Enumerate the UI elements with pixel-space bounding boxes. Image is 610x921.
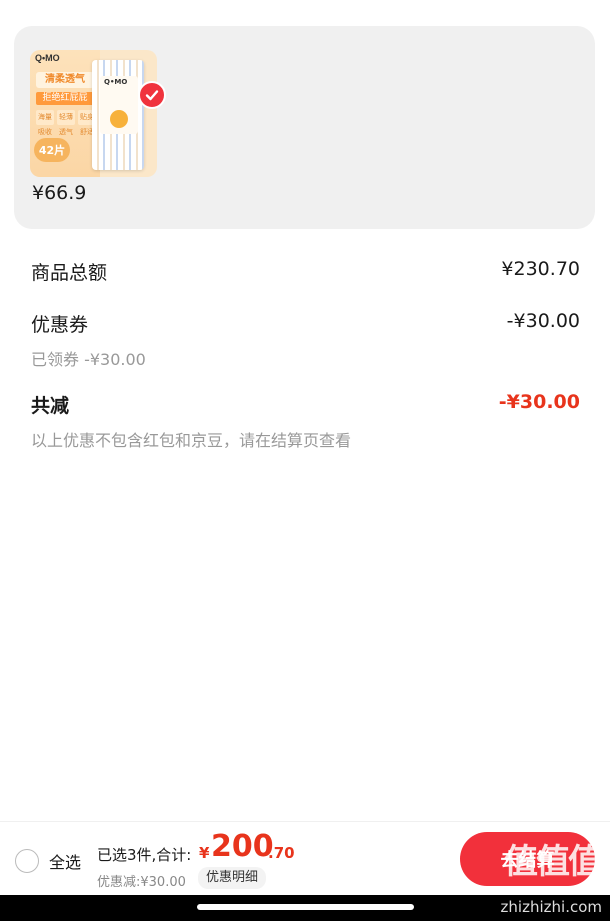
goods-total-value: ¥230.70 [501,258,580,280]
goods-total-label: 商品总额 [31,262,108,284]
product-image[interactable]: Q•MO 清柔透气 拒绝红屁屁 海量吸收 轻薄透气 贴身舒适 42片 Q•MO [30,50,157,177]
product-count-badge: 42片 [34,138,70,162]
product-tag-sub: 拒绝红屁屁 [36,92,94,105]
total-amount-decimal: .70 [268,844,295,862]
total-reduce-label: 共减 [31,395,70,417]
total-reduce-value: -¥30.00 [498,391,580,413]
selected-check-icon[interactable] [138,81,166,109]
discount-note: 以上优惠不包含红包和京豆，请在结算页查看 [31,431,352,450]
product-feature: 轻薄透气 [57,110,75,136]
diaper-pack-logo: Q•MO [104,78,128,86]
select-all-radio[interactable] [15,849,39,873]
coupon-value: -¥30.00 [506,310,580,332]
discount-amount-text: 优惠减:¥30.00 [97,875,186,890]
checkout-bar: 全选 已选3件,合计: ¥ 200 .70 优惠减:¥30.00 优惠明细 去结… [0,821,610,896]
product-price: ¥66.9 [32,182,87,204]
coupon-label: 优惠券 [31,314,89,336]
selected-count-text: 已选3件,合计: [97,846,192,864]
watermark-url: zhizhizhi.com [500,898,602,916]
total-amount-integer: 200 [211,829,274,864]
coupon-claimed-text: 已领券 -¥30.00 [31,350,146,369]
total-currency: ¥ [199,844,210,862]
bear-mascot-icon [110,110,128,128]
watermark-logo: 值值值 [504,842,602,882]
select-all-label[interactable]: 全选 [49,849,81,873]
product-tag-main: 清柔透气 [36,72,94,88]
product-brand: Q•MO [35,53,60,63]
product-card: Q•MO 清柔透气 拒绝红屁屁 海量吸收 轻薄透气 贴身舒适 42片 Q•MO [14,26,595,229]
discount-detail-button[interactable]: 优惠明细 [198,867,267,889]
home-indicator[interactable] [197,904,414,910]
product-feature: 海量吸收 [36,110,54,136]
